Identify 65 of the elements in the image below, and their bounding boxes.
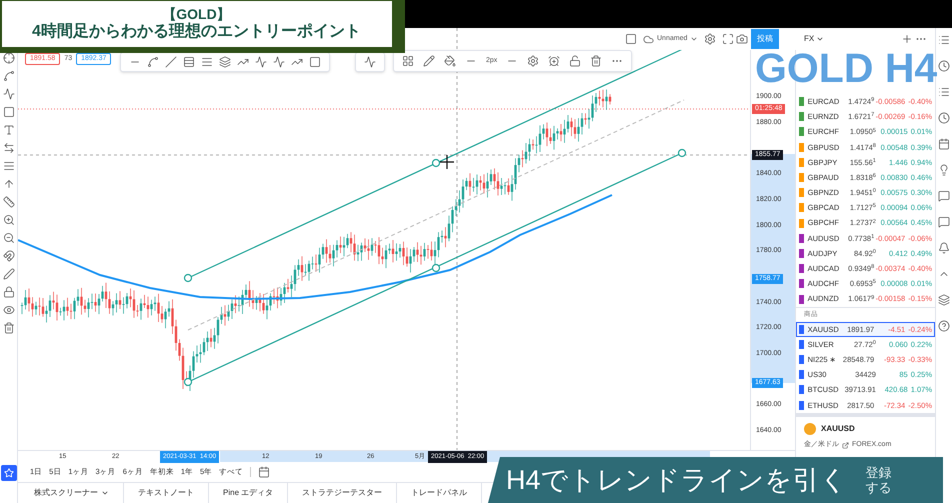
trash-icon[interactable] <box>590 55 602 67</box>
panel-tab[interactable]: ストラテジーテスター <box>288 483 398 503</box>
cloud-icon <box>643 34 654 44</box>
star-icon <box>4 468 14 478</box>
ruler-icon[interactable] <box>2 196 14 208</box>
add-icon[interactable] <box>901 33 913 45</box>
polyline-icon[interactable] <box>291 56 303 68</box>
fill-icon[interactable] <box>444 55 456 67</box>
alarm-add-icon[interactable] <box>548 55 560 67</box>
panel-tab[interactable]: トレードパネル <box>397 483 482 503</box>
crosshair-cursor-icon <box>439 154 455 170</box>
settings-icon[interactable] <box>527 55 540 67</box>
magnet-icon[interactable] <box>2 250 14 262</box>
title-tag: 【GOLD】 <box>162 6 231 22</box>
zoom-out-icon[interactable] <box>2 232 14 244</box>
arrow-up-icon[interactable] <box>2 178 14 190</box>
ray-icon[interactable] <box>165 56 177 68</box>
settings-icon[interactable] <box>704 33 716 45</box>
title-text: 4時間足からわかる理想のエントリーポイント <box>32 22 361 42</box>
zoom-in-icon[interactable] <box>2 214 14 226</box>
caption-text: H4でトレンドラインを引く <box>506 464 848 497</box>
line-handle[interactable] <box>184 274 192 282</box>
help-icon[interactable] <box>938 320 950 332</box>
fullscreen-icon[interactable] <box>722 33 734 45</box>
layers-icon[interactable] <box>938 294 950 306</box>
crosshair-icon[interactable] <box>2 52 14 64</box>
watchlist-selector[interactable]: FX <box>804 33 824 45</box>
line-handle[interactable] <box>432 264 440 272</box>
pencil-icon[interactable] <box>423 55 435 67</box>
panel-tab[interactable]: Pine エディタ <box>209 483 288 503</box>
unlock-icon[interactable] <box>569 55 582 67</box>
panel-tab[interactable]: テキストノート <box>124 483 209 503</box>
parallel-channel-icon[interactable] <box>183 56 195 68</box>
subscribe-text: 登録する <box>866 465 893 495</box>
lock-icon[interactable] <box>2 286 14 298</box>
trend-line-icon[interactable] <box>147 56 159 68</box>
message-icon[interactable] <box>938 216 950 228</box>
rectangle-icon[interactable] <box>2 106 14 118</box>
text-icon[interactable] <box>2 124 14 136</box>
trash-icon[interactable] <box>2 322 14 334</box>
clock-icon[interactable] <box>938 112 950 124</box>
bell-icon[interactable] <box>938 242 950 254</box>
checkbox-icon[interactable] <box>625 33 637 45</box>
chat-icon[interactable] <box>938 190 950 202</box>
camera-icon[interactable] <box>736 33 748 45</box>
calendar-icon[interactable] <box>258 466 270 478</box>
chevron-down-icon <box>690 35 698 43</box>
zigzag-icon[interactable] <box>255 56 267 68</box>
line-handle[interactable] <box>432 158 440 168</box>
favorites-button[interactable] <box>0 465 16 481</box>
trend-line-icon[interactable] <box>2 70 14 82</box>
detail-symbol: XAUUSD <box>821 422 855 435</box>
chevron-down-icon <box>816 35 824 43</box>
line-handle[interactable] <box>678 148 686 158</box>
panel-tab[interactable]: 株式スクリーナー <box>20 483 124 503</box>
line-handle[interactable] <box>184 378 192 386</box>
eye-icon[interactable] <box>2 304 14 316</box>
corner-overlay-text: GOLD H4 <box>755 46 938 90</box>
calendar-icon[interactable] <box>938 138 950 150</box>
template-icon[interactable] <box>402 55 414 67</box>
indicator-icon[interactable] <box>364 56 376 68</box>
coin-icon <box>804 422 816 435</box>
lightbulb-icon[interactable] <box>938 164 950 176</box>
rectangle-icon[interactable] <box>309 56 321 68</box>
external-link-icon[interactable] <box>842 442 849 448</box>
